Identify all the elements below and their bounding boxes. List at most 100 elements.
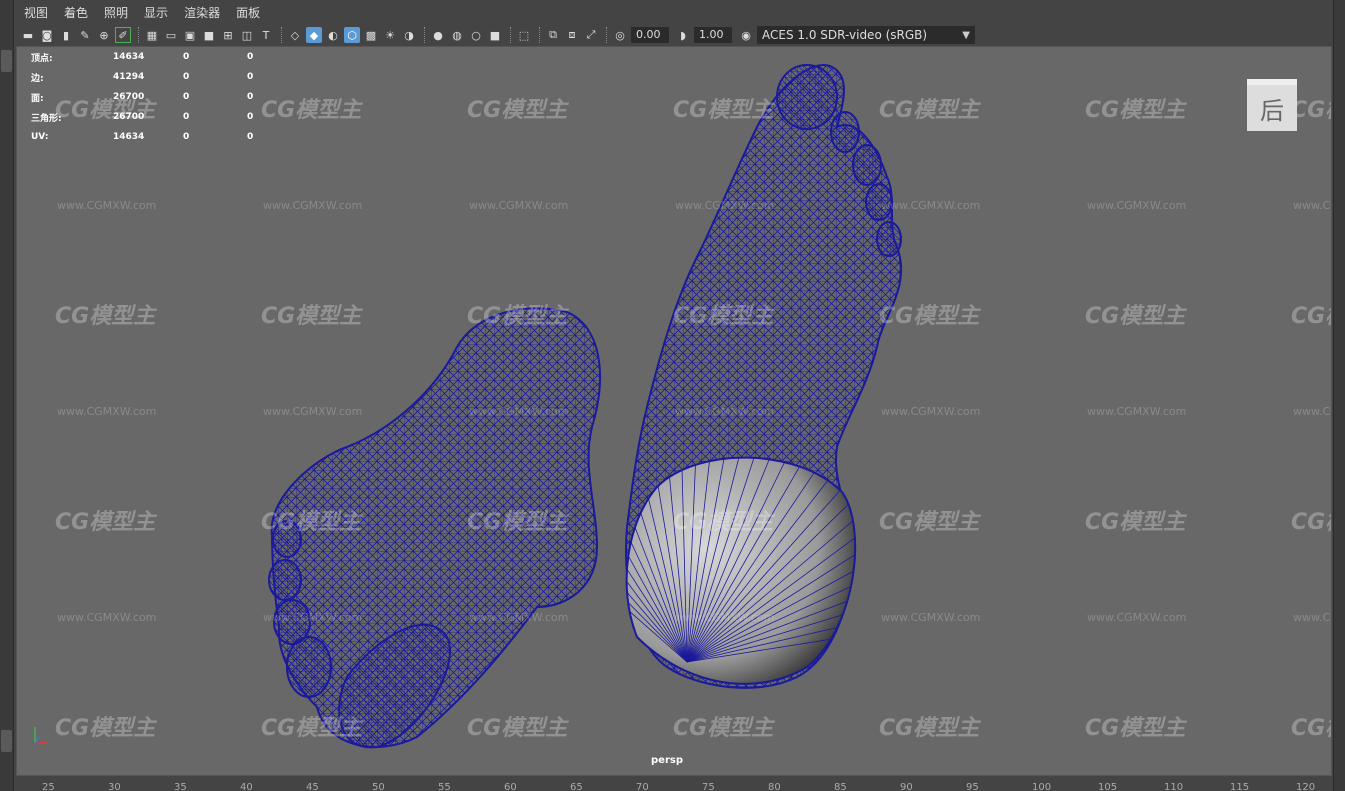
menu-view[interactable]: 视图 xyxy=(24,4,48,21)
watermark-logo: CG模型主 xyxy=(1291,304,1332,329)
watermark-logo: CG模型主 xyxy=(673,304,775,329)
grease-pencil-icon[interactable]: ✐ xyxy=(115,27,131,43)
view-cube-face-label: 后 xyxy=(1260,96,1284,125)
textured-icon[interactable]: ▩ xyxy=(363,27,379,43)
view-cube[interactable]: 后 xyxy=(1247,79,1297,131)
toolbar-separator xyxy=(424,27,426,43)
left-panel-tab[interactable] xyxy=(1,730,12,752)
menu-panels[interactable]: 面板 xyxy=(236,4,260,21)
watermark-url: www.CGMXW.com xyxy=(263,611,362,624)
hud-value: 14634 xyxy=(113,132,145,142)
toolbar-separator xyxy=(510,27,512,43)
watermark-logo: CG模型主 xyxy=(1291,716,1332,741)
poly-count-hud: 顶点: 14634 0 0 边: 41294 0 0 面: 26700 0 0 … xyxy=(31,47,277,147)
chevron-down-icon: ▼ xyxy=(962,29,970,41)
lighting-icon[interactable]: ☀ xyxy=(382,27,398,43)
hud-value: 0 xyxy=(247,52,254,62)
ruler-tick-label: 100 xyxy=(1032,782,1052,791)
isolate-select-icon[interactable]: ⬚ xyxy=(516,27,532,43)
depth-of-field-icon[interactable]: ■ xyxy=(487,27,503,43)
ruler-tick-label: 50 xyxy=(372,782,385,791)
default-material-icon[interactable]: ◐ xyxy=(325,27,341,43)
watermark-logo: CG模型主 xyxy=(673,716,775,741)
safe-title-icon[interactable]: T xyxy=(258,27,274,43)
ruler-tick-label: 85 xyxy=(834,782,847,791)
gate-mask-icon[interactable]: ■ xyxy=(201,27,217,43)
camera-name-label: persp xyxy=(651,755,683,766)
hud-value: 14634 xyxy=(113,52,145,62)
color-space-dropdown[interactable]: ACES 1.0 SDR-video (sRGB) ▼ xyxy=(757,26,975,44)
hud-label: 面: xyxy=(31,93,44,104)
toolbar-separator xyxy=(281,27,283,43)
toolbar-separator xyxy=(539,27,541,43)
camera-attributes-icon[interactable]: ◙ xyxy=(39,27,55,43)
watermark-logo: CG模型主 xyxy=(673,510,775,535)
hud-value: 0 xyxy=(183,132,190,142)
watermark-url: www.CGMXW.com xyxy=(1293,405,1332,418)
watermark-url: www.CGMXW.com xyxy=(57,405,156,418)
ruler-tick-label: 105 xyxy=(1098,782,1118,791)
motion-blur-icon[interactable]: ◍ xyxy=(449,27,465,43)
exposure-field[interactable]: 0.00 xyxy=(631,27,669,43)
resolution-gate-icon[interactable]: ▣ xyxy=(182,27,198,43)
hud-value: 26700 xyxy=(113,92,145,102)
hud-row-triangles: 三角形: 26700 0 0 xyxy=(31,107,277,127)
shadows-icon[interactable]: ◑ xyxy=(401,27,417,43)
select-camera-icon[interactable]: ▬ xyxy=(20,27,36,43)
watermark-url: www.CGMXW.com xyxy=(469,405,568,418)
wireframe-on-shaded-icon[interactable]: ⬡ xyxy=(344,27,360,43)
left-panel-tab[interactable] xyxy=(1,50,12,72)
time-slider-ruler[interactable]: 25 30 35 40 45 50 55 60 65 70 75 80 85 90 95 100 105 110 1… xyxy=(14,778,1333,791)
watermark-url: www.CGMXW.com xyxy=(57,199,156,212)
watermark-logo: CG模型主 xyxy=(467,716,569,741)
hud-row-faces: 面: 26700 0 0 xyxy=(31,87,277,107)
watermark-logo: CG模型主 xyxy=(467,98,569,123)
xray-joints-icon[interactable]: ⤢ xyxy=(583,27,599,43)
watermark-url: www.CGMXW.com xyxy=(57,611,156,624)
exposure-icon[interactable]: ◎ xyxy=(612,27,628,43)
menu-shading[interactable]: 着色 xyxy=(64,4,88,21)
xray-active-icon[interactable]: ⧈ xyxy=(564,27,580,43)
ruler-tick-label: 30 xyxy=(108,782,121,791)
ruler-tick-label: 115 xyxy=(1230,782,1250,791)
3d-viewport[interactable]: CG模型主 CG模型主 CG模型主 CG模型主 CG模型主 CG模型主 CG模型主 CG模型主… xyxy=(16,46,1332,776)
gamma-field[interactable]: 1.00 xyxy=(694,27,732,43)
ruler-tick-label: 70 xyxy=(636,782,649,791)
ruler-tick-label: 60 xyxy=(504,782,517,791)
watermark-logo: CG模型主 xyxy=(1291,510,1332,535)
watermark-url: www.CGMXW.com xyxy=(881,611,980,624)
hud-label: 三角形: xyxy=(31,113,62,124)
screen-space-ao-icon[interactable]: ● xyxy=(430,27,446,43)
film-gate-icon[interactable]: ▭ xyxy=(163,27,179,43)
gamma-icon[interactable]: ◗ xyxy=(675,27,691,43)
watermark-url: www.CGMXW.com xyxy=(1087,199,1186,212)
color-management-icon[interactable]: ◉ xyxy=(738,27,754,43)
menu-renderer[interactable]: 渲染器 xyxy=(184,4,220,21)
watermark-url: www.CGMXW.com xyxy=(881,405,980,418)
image-plane-icon[interactable]: ✎ xyxy=(77,27,93,43)
watermark-url: www.CGMXW.com xyxy=(263,405,362,418)
xray-icon[interactable]: ⧉ xyxy=(545,27,561,43)
wireframe-icon[interactable]: ◇ xyxy=(287,27,303,43)
watermark-logo: CG模型主 xyxy=(879,304,981,329)
anti-aliasing-icon[interactable]: ○ xyxy=(468,27,484,43)
axis-gizmo-icon xyxy=(34,727,47,744)
hud-value: 41294 xyxy=(113,72,145,82)
hud-value: 0 xyxy=(247,132,254,142)
safe-action-icon[interactable]: ◫ xyxy=(239,27,255,43)
hud-label: 边: xyxy=(31,73,44,84)
hud-label: 顶点: xyxy=(31,53,53,64)
watermark-logo: CG模型主 xyxy=(467,510,569,535)
bookmark-icon[interactable]: ▮ xyxy=(58,27,74,43)
ruler-tick-label: 25 xyxy=(42,782,55,791)
menu-lighting[interactable]: 照明 xyxy=(104,4,128,21)
hud-value: 0 xyxy=(247,72,254,82)
toolbar-separator xyxy=(138,27,140,43)
viewport-menu-bar: 视图 着色 照明 显示 渲染器 面板 xyxy=(14,0,1333,24)
watermark-logo: CG模型主 xyxy=(1085,510,1187,535)
2d-pan-zoom-icon[interactable]: ⊕ xyxy=(96,27,112,43)
field-chart-icon[interactable]: ⊞ xyxy=(220,27,236,43)
grid-icon[interactable]: ▦ xyxy=(144,27,160,43)
menu-show[interactable]: 显示 xyxy=(144,4,168,21)
smooth-shade-icon[interactable]: ◆ xyxy=(306,27,322,43)
